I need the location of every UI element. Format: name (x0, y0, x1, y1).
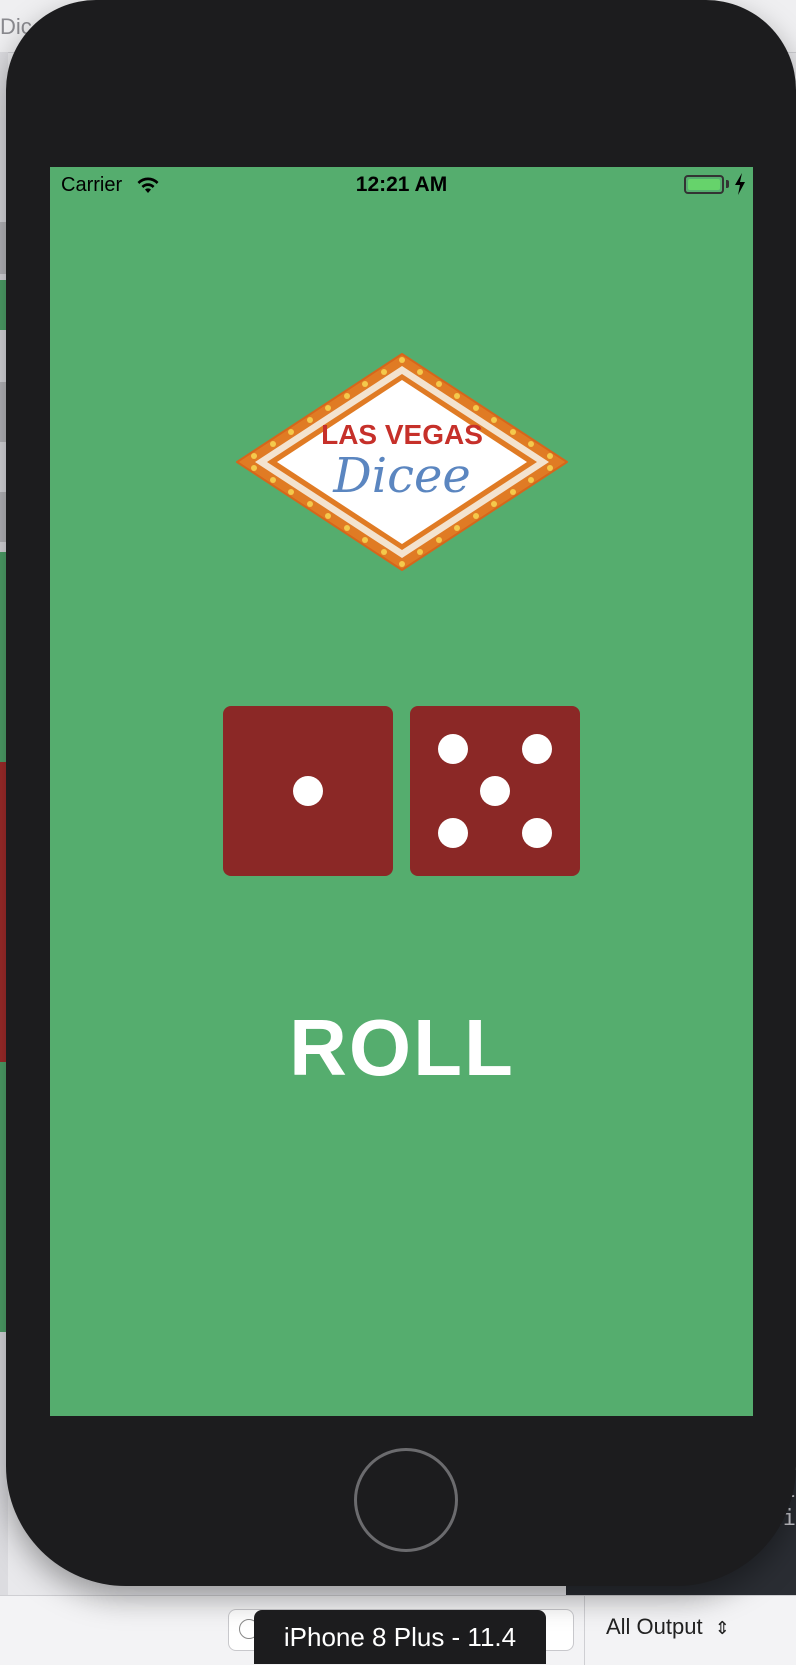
chevron-updown-icon: ⇕ (715, 1618, 730, 1638)
app-screen: Carrier 12:21 AM LAS VEGAS (50, 167, 753, 1416)
dice-pip (438, 734, 468, 764)
home-button[interactable] (354, 1448, 458, 1552)
right-dice (410, 706, 580, 876)
roll-button[interactable]: ROLL (252, 993, 552, 1103)
status-bar: Carrier 12:21 AM (50, 167, 753, 207)
dice-pip (293, 776, 323, 806)
battery-cap (726, 180, 729, 188)
divider (584, 1596, 585, 1665)
battery-icon (684, 175, 724, 194)
dice-pip (480, 776, 510, 806)
output-selector-label: All Output (606, 1614, 703, 1639)
logo-line2: Dicee (332, 448, 471, 504)
logo-line1: LAS VEGAS (321, 419, 483, 450)
battery-level (688, 179, 720, 190)
dice-pip (522, 818, 552, 848)
las-vegas-dicee-logo: LAS VEGAS Dicee (235, 352, 569, 572)
simulator-device-label: iPhone 8 Plus - 11.4 (254, 1610, 546, 1664)
dice-pip (438, 818, 468, 848)
dice-pip (522, 734, 552, 764)
dice-pips (293, 776, 323, 806)
charging-bolt-icon (734, 173, 746, 195)
left-dice (223, 706, 393, 876)
output-selector[interactable]: All Output ⇕ (606, 1614, 730, 1640)
status-time: 12:21 AM (50, 173, 753, 197)
